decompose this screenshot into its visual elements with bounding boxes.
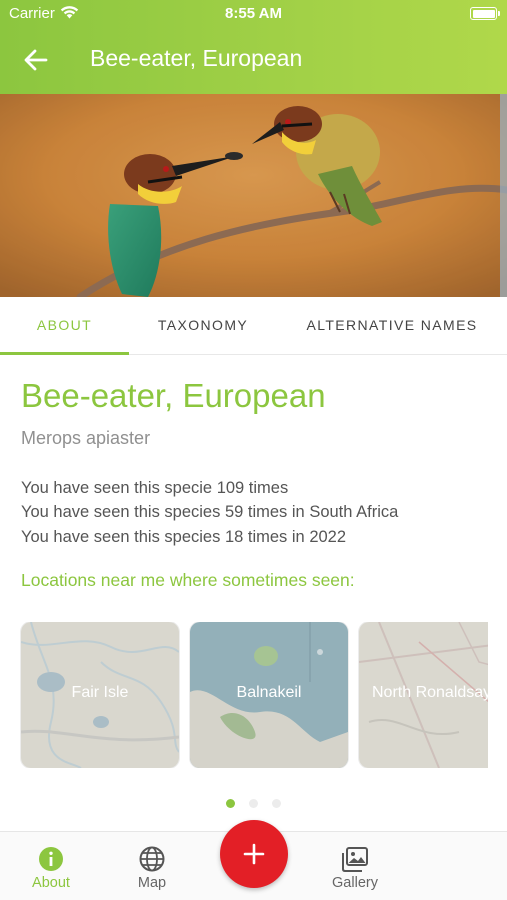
tab-bar: ABOUT TAXONOMY ALTERNATIVE NAMES	[0, 297, 507, 355]
seen-count-country: You have seen this species 59 times in S…	[21, 503, 399, 521]
add-sighting-button[interactable]	[220, 820, 288, 888]
gallery-icon	[342, 847, 368, 872]
pagination-dot-2[interactable]	[249, 799, 258, 808]
nav-about[interactable]: About	[6, 832, 96, 900]
seen-count-year: You have seen this species 18 times in 2…	[21, 528, 347, 546]
tab-taxonomy[interactable]: TAXONOMY	[129, 297, 277, 355]
species-common-name: Bee-eater, European	[21, 377, 326, 414]
tab-about[interactable]: ABOUT	[0, 297, 129, 355]
species-photo	[0, 94, 507, 297]
nav-map[interactable]: Map	[107, 832, 197, 900]
nav-map-label: Map	[137, 875, 167, 891]
status-bar: Carrier 8:55 AM	[0, 0, 507, 28]
plus-icon	[243, 843, 265, 865]
location-name: North Ronaldsay	[372, 684, 488, 701]
tab-alternative-names[interactable]: ALTERNATIVE NAMES	[277, 297, 507, 355]
active-tab-indicator	[0, 352, 129, 355]
page-title: Bee-eater, European	[90, 45, 303, 71]
status-time: 8:55 AM	[225, 5, 282, 22]
location-card-fair-isle[interactable]: Fair Isle	[21, 622, 179, 768]
species-latin-name: Merops apiaster	[21, 428, 151, 448]
seen-count-total: You have seen this specie 109 times	[21, 479, 289, 497]
location-card-balnakeil[interactable]: Balnakeil	[190, 622, 348, 768]
arrow-left-icon	[24, 49, 48, 71]
nav-gallery[interactable]: Gallery	[310, 832, 400, 900]
locations-carousel[interactable]: Fair Isle Balnakeil North Ronaldsay	[0, 622, 488, 768]
nav-gallery-label: Gallery	[332, 875, 378, 891]
location-name: Fair Isle	[71, 684, 129, 701]
pagination-dot-1[interactable]	[225, 799, 235, 808]
app-header: Carrier 8:55 AM Bee-eater, European	[0, 0, 507, 94]
battery-icon	[470, 7, 500, 20]
globe-icon	[139, 846, 165, 872]
location-card-north-ronaldsay[interactable]: North Ronaldsay	[359, 622, 488, 768]
nav-about-label: About	[32, 875, 70, 891]
info-icon	[39, 847, 63, 871]
back-button[interactable]	[14, 42, 56, 80]
location-name: Balnakeil	[236, 684, 302, 701]
pagination-dot-3[interactable]	[272, 799, 282, 808]
locations-heading: Locations near me where sometimes seen:	[21, 570, 355, 590]
carousel-pagination	[0, 795, 507, 813]
